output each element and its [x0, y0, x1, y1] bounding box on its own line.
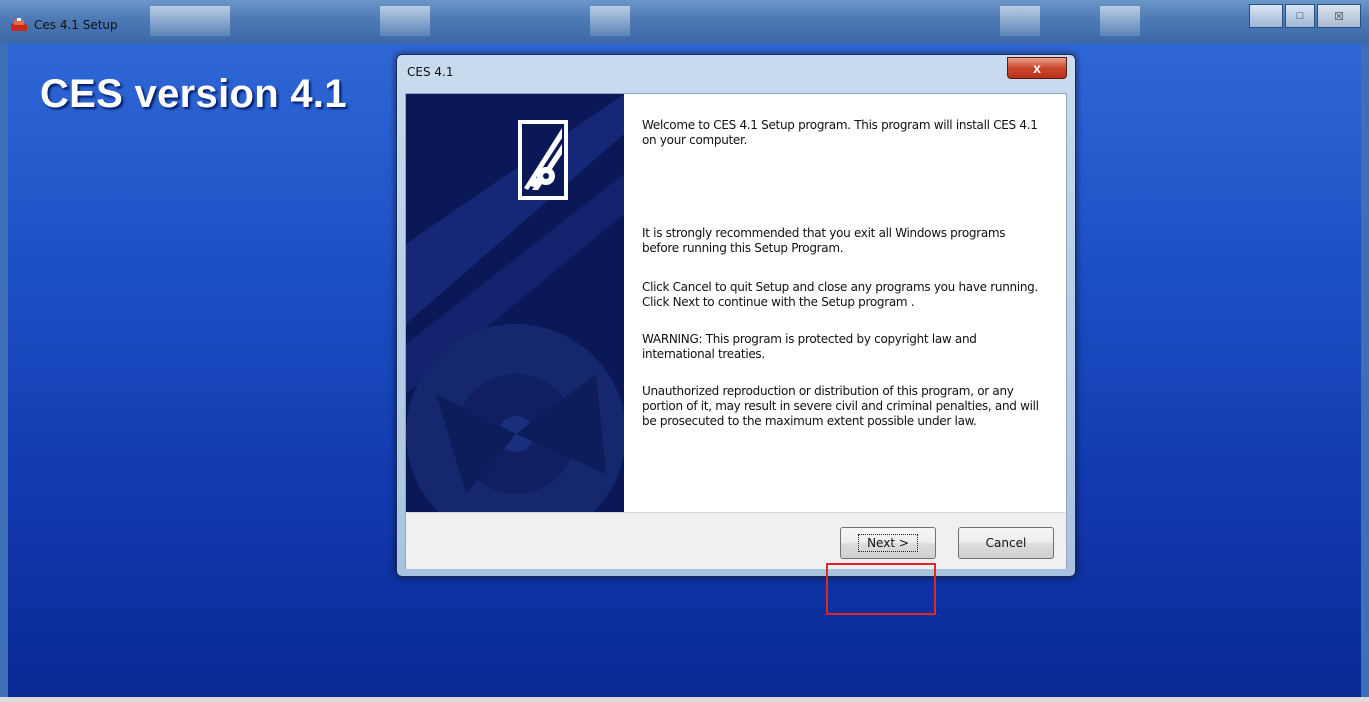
welcome-paragraph: Welcome to CES 4.1 Setup program. This p… [642, 118, 1038, 147]
recommendation-paragraph: It is strongly recommended that you exit… [642, 226, 1006, 255]
title-bar-reflection [1100, 6, 1140, 36]
setup-dialog: CES 4.1 x Welcome to CES 4.1 Setup progr… [396, 54, 1076, 615]
cancel-button[interactable]: Cancel [958, 527, 1054, 559]
window-left-border [0, 44, 8, 697]
window-controls: □ ☒ [1247, 4, 1361, 30]
legal-paragraph: Unauthorized reproduction or distributio… [642, 384, 1039, 428]
instructions-paragraph: Click Cancel to quit Setup and close any… [642, 280, 1038, 309]
banner-artwork [406, 94, 624, 512]
next-button-label: Next > [858, 534, 918, 552]
welcome-text-panel: Welcome to CES 4.1 Setup program. This p… [624, 94, 1066, 512]
window-right-border [1361, 44, 1369, 697]
dialog-button-bar: Next > Cancel [406, 512, 1066, 569]
setup-app-icon [11, 18, 27, 31]
window-bottom-border [0, 697, 1369, 702]
title-bar-reflection [380, 6, 430, 36]
minimize-button[interactable] [1249, 4, 1283, 28]
dialog-title: CES 4.1 [407, 65, 454, 79]
next-button-highlight [826, 563, 936, 615]
close-icon: x [1033, 60, 1041, 76]
close-window-button[interactable]: ☒ [1317, 4, 1361, 28]
app-title-bar: Ces 4.1 Setup □ ☒ [0, 0, 1369, 44]
title-bar-reflection [150, 6, 230, 36]
title-bar-reflection [590, 6, 630, 36]
app-window-title: Ces 4.1 Setup [34, 18, 118, 32]
dialog-body: Welcome to CES 4.1 Setup program. This p… [405, 93, 1067, 569]
installer-heading: CES version 4.1 [40, 72, 347, 116]
maximize-button[interactable]: □ [1285, 4, 1315, 28]
next-button[interactable]: Next > [840, 527, 936, 559]
close-icon: ☒ [1334, 10, 1344, 23]
maximize-icon: □ [1296, 10, 1304, 22]
dialog-close-button[interactable]: x [1007, 57, 1067, 79]
title-bar-reflection [1000, 6, 1040, 36]
setup-banner-image [406, 94, 624, 512]
warning-paragraph: WARNING: This program is protected by co… [642, 332, 977, 361]
